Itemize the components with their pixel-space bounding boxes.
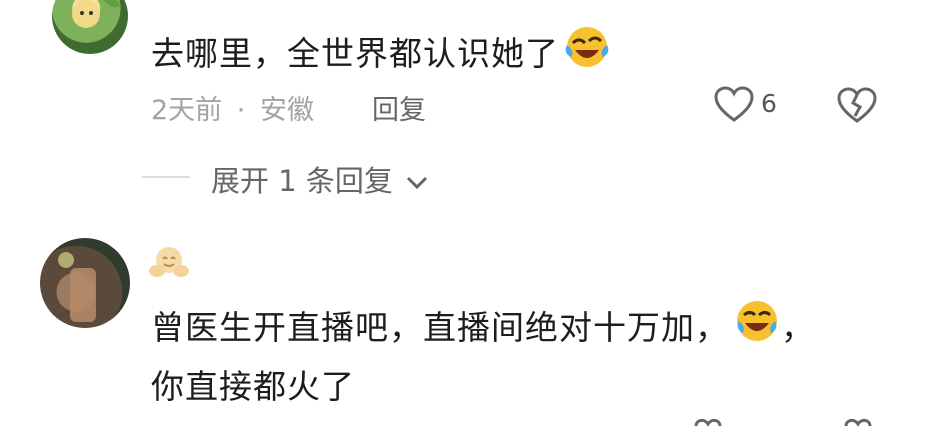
like-button[interactable]: 6 xyxy=(714,84,804,128)
comment-meta: 2天前 · 安徽 xyxy=(151,88,314,127)
reply-button[interactable]: 回复 xyxy=(372,88,426,127)
expand-replies-button[interactable]: 展开 1 条回复 xyxy=(211,158,430,200)
avatar[interactable] xyxy=(52,0,128,54)
avatar[interactable] xyxy=(40,238,130,328)
comment-text: 去哪里，全世界都认识她了 xyxy=(151,23,611,75)
meta-separator: · xyxy=(236,95,246,126)
hug-emoji-icon xyxy=(149,247,189,277)
chevron-down-icon xyxy=(407,176,428,190)
expand-replies-label: 展开 1 条回复 xyxy=(211,164,393,198)
comment-text-line2: 你直接都火了 xyxy=(151,367,355,406)
dislike-broken-heart-icon[interactable] xyxy=(836,86,878,124)
expand-replies-divider xyxy=(142,176,190,178)
heart-icon[interactable] xyxy=(688,416,728,436)
laughing-tears-emoji-icon xyxy=(737,301,777,341)
comment-text-line1: 曾医生开直播吧，直播间绝对十万加， ， xyxy=(151,297,815,349)
avatar-photo-icon xyxy=(58,252,96,322)
like-count: 6 xyxy=(761,89,777,118)
heart-icon xyxy=(714,86,754,122)
avatar-figure-icon xyxy=(72,0,120,28)
comment-time: 2天前 xyxy=(151,95,223,126)
rofl-emoji-icon xyxy=(565,27,609,67)
dislike-broken-heart-icon[interactable] xyxy=(838,416,878,436)
comment-location: 安徽 xyxy=(259,95,314,126)
